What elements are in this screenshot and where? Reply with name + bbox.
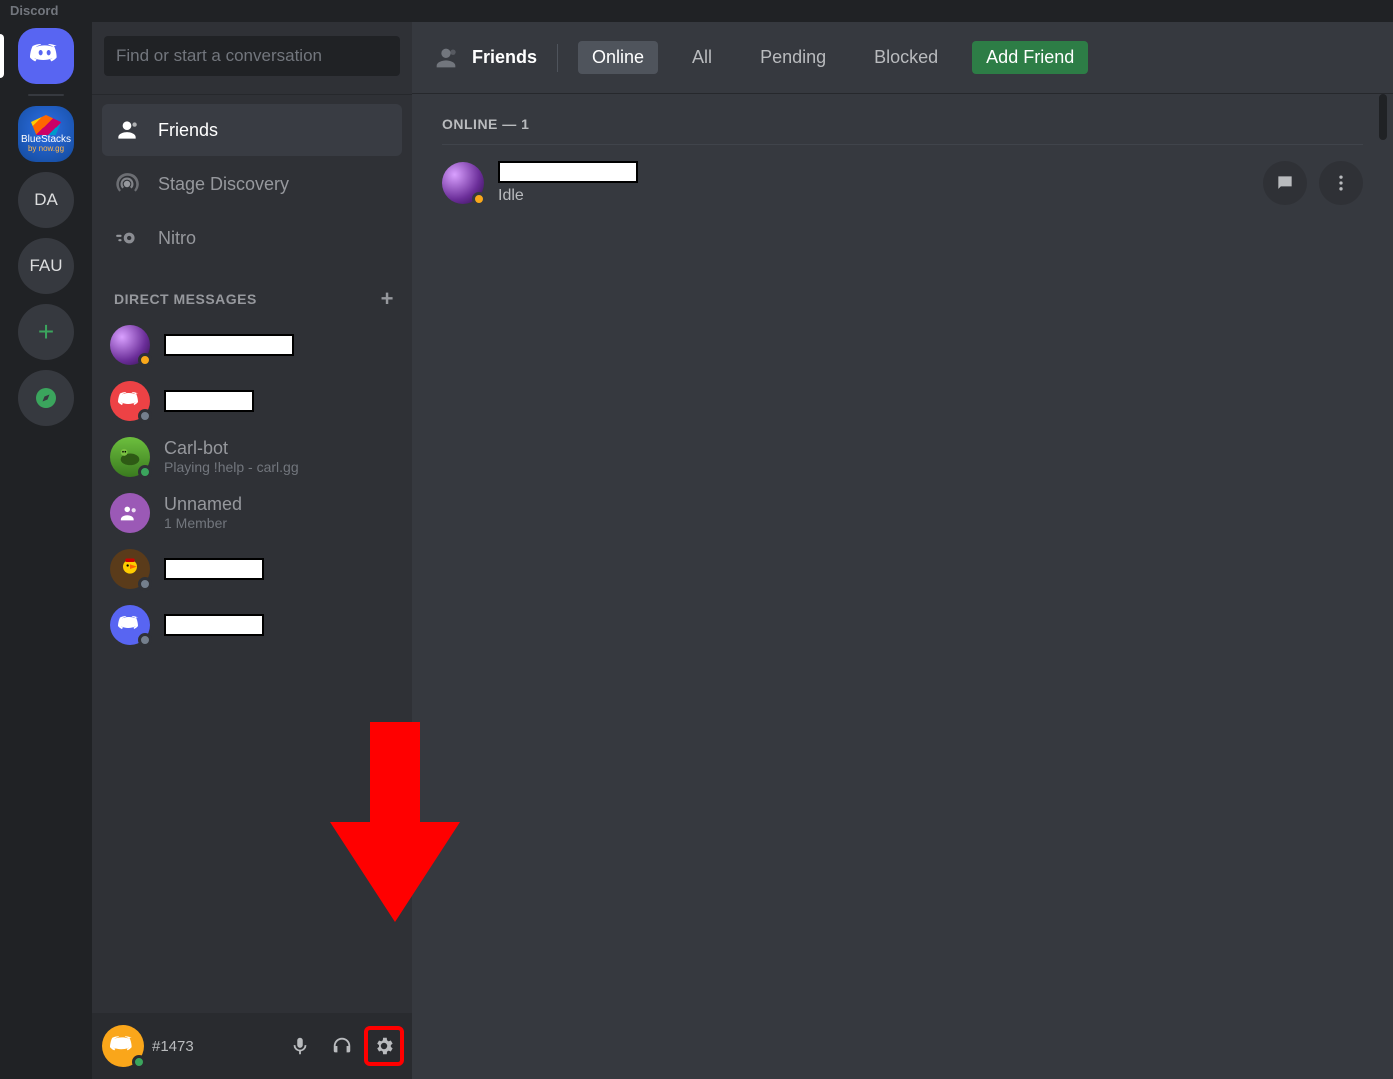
avatar bbox=[442, 162, 484, 204]
tab-blocked[interactable]: Blocked bbox=[860, 41, 952, 74]
self-avatar[interactable] bbox=[102, 1025, 144, 1067]
nav-nitro[interactable]: Nitro bbox=[102, 212, 402, 264]
dm-section-header: DIRECT MESSAGES bbox=[114, 291, 257, 307]
deafen-button[interactable] bbox=[324, 1028, 360, 1064]
tab-online[interactable]: Online bbox=[578, 41, 658, 74]
nav-stage-discovery[interactable]: Stage Discovery bbox=[102, 158, 402, 210]
dm-substatus: Playing !help - carl.gg bbox=[164, 459, 299, 476]
more-vertical-icon bbox=[1331, 173, 1351, 193]
main-content: Friends Online All Pending Blocked Add F… bbox=[412, 22, 1393, 1079]
user-discriminator: #1473 bbox=[152, 1038, 194, 1055]
dm-item-group[interactable]: Unnamed 1 Member bbox=[102, 486, 402, 540]
add-friend-button[interactable]: Add Friend bbox=[972, 41, 1088, 74]
tab-pending[interactable]: Pending bbox=[746, 41, 840, 74]
home-button[interactable] bbox=[18, 28, 74, 84]
tab-all[interactable]: All bbox=[678, 41, 726, 74]
user-panel: #1473 bbox=[92, 1013, 412, 1079]
avatar bbox=[110, 549, 150, 589]
gear-icon bbox=[373, 1035, 395, 1057]
nav-stage-label: Stage Discovery bbox=[158, 174, 289, 195]
avatar bbox=[110, 381, 150, 421]
dm-item-carlbot[interactable]: Carl-bot Playing !help - carl.gg bbox=[102, 430, 402, 484]
server-bluestacks[interactable]: BlueStacks by now.gg bbox=[18, 106, 74, 162]
avatar bbox=[110, 325, 150, 365]
server-selection-pill bbox=[0, 34, 4, 78]
avatar bbox=[110, 605, 150, 645]
avatar bbox=[110, 437, 150, 477]
friend-status: Idle bbox=[498, 187, 638, 205]
redacted-username bbox=[164, 390, 254, 412]
create-dm-button[interactable]: + bbox=[381, 286, 394, 312]
quickswitcher-input[interactable] bbox=[104, 36, 400, 76]
nav-friends-label: Friends bbox=[158, 120, 218, 141]
window-titlebar: Discord bbox=[0, 0, 1393, 22]
redacted-username bbox=[498, 161, 638, 183]
friends-section-header: ONLINE — 1 bbox=[442, 116, 1363, 145]
user-settings-button[interactable] bbox=[366, 1028, 402, 1064]
friend-row[interactable]: Idle bbox=[442, 145, 1363, 221]
dm-item[interactable] bbox=[102, 542, 402, 596]
friends-icon bbox=[432, 44, 460, 72]
nav-nitro-label: Nitro bbox=[158, 228, 196, 249]
scrollbar-thumb[interactable] bbox=[1379, 94, 1387, 140]
dm-item[interactable] bbox=[102, 318, 402, 372]
nav-friends[interactable]: Friends bbox=[102, 104, 402, 156]
add-server-button[interactable]: + bbox=[18, 304, 74, 360]
server-list: BlueStacks by now.gg DA FAU + bbox=[0, 22, 92, 1079]
dm-substatus: 1 Member bbox=[164, 515, 242, 532]
server-bluestacks-sublabel: by now.gg bbox=[28, 145, 64, 153]
avatar bbox=[110, 493, 150, 533]
more-actions-button[interactable] bbox=[1319, 161, 1363, 205]
dm-item[interactable] bbox=[102, 374, 402, 428]
dm-name: Carl-bot bbox=[164, 438, 299, 460]
server-fau[interactable]: FAU bbox=[18, 238, 74, 294]
mute-mic-button[interactable] bbox=[282, 1028, 318, 1064]
server-separator bbox=[28, 94, 64, 96]
dm-item[interactable] bbox=[102, 598, 402, 652]
message-icon bbox=[1275, 173, 1295, 193]
message-button[interactable] bbox=[1263, 161, 1307, 205]
redacted-username bbox=[164, 558, 264, 580]
dm-sidebar: Friends Stage Discovery Nitro DIRECT MES… bbox=[92, 22, 412, 1079]
redacted-username bbox=[164, 334, 294, 356]
redacted-username bbox=[164, 614, 264, 636]
explore-servers-button[interactable] bbox=[18, 370, 74, 426]
server-da[interactable]: DA bbox=[18, 172, 74, 228]
topbar: Friends Online All Pending Blocked Add F… bbox=[412, 22, 1393, 94]
topbar-title: Friends bbox=[472, 47, 537, 68]
dm-name: Unnamed bbox=[164, 494, 242, 516]
